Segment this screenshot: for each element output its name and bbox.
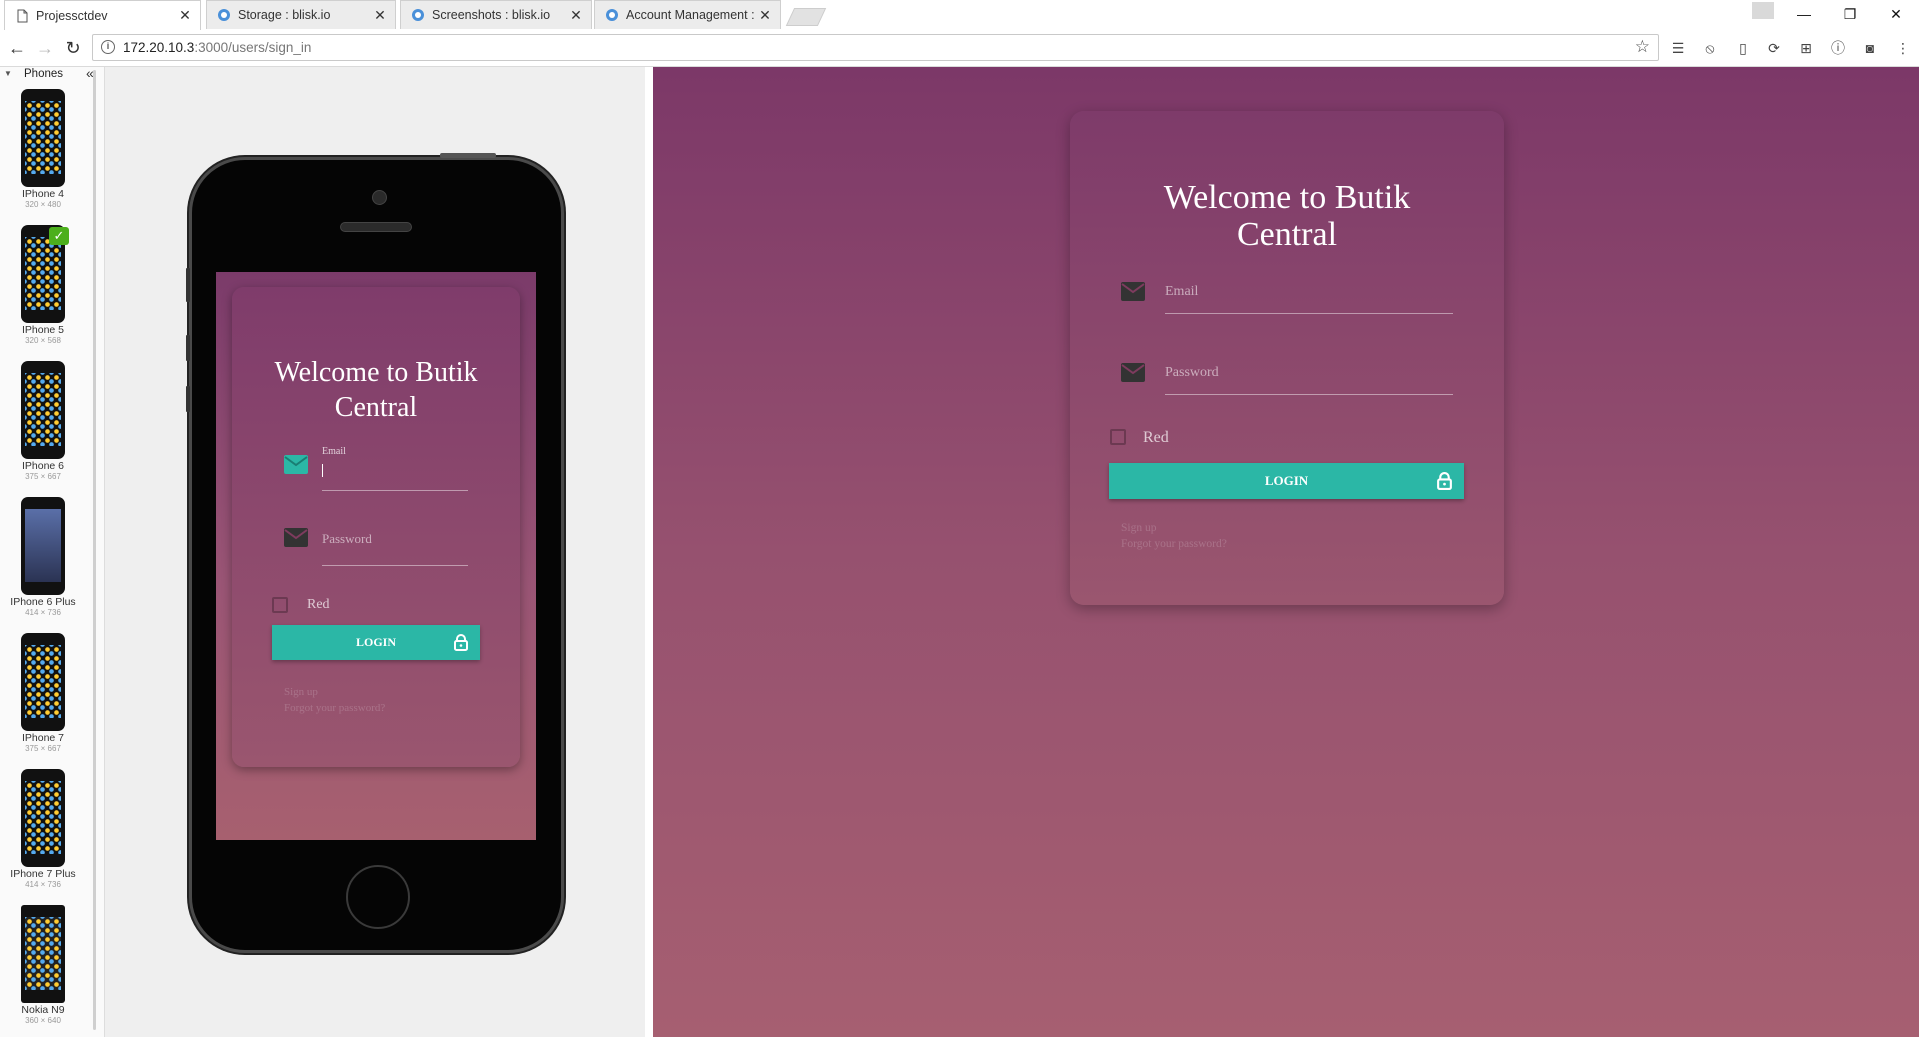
remember-checkbox-desktop[interactable]	[1110, 429, 1126, 445]
device-thumbnail	[21, 769, 65, 867]
url-text: 172.20.10.3:3000/users/sign_in	[123, 40, 312, 55]
browser-toolbar: ← → ↻ i 172.20.10.3:3000/users/sign_in ☆…	[0, 30, 1919, 67]
tab-storage[interactable]: Storage : blisk.io ✕	[206, 0, 396, 29]
login-card-desktop: Welcome to Butik Central Email Password …	[1070, 111, 1504, 605]
tab-strip: Projessctdev ✕ Storage : blisk.io ✕ Scre…	[0, 0, 1919, 31]
password-mail-icon	[284, 528, 308, 547]
password-mail-icon	[1121, 363, 1145, 382]
lock-icon	[1437, 472, 1452, 490]
minimize-button[interactable]: —	[1781, 0, 1827, 28]
close-window-button[interactable]: ✕	[1873, 0, 1919, 28]
forgot-password-link[interactable]: Forgot your password?	[1121, 536, 1227, 552]
rotate-device-icon[interactable]: ⦸	[1700, 38, 1720, 58]
lock-icon	[454, 634, 468, 651]
device-thumbnail	[21, 497, 65, 595]
auth-links-desktop: Sign up Forgot your password?	[1121, 520, 1227, 552]
device-thumbnail	[21, 89, 65, 187]
close-tab-icon[interactable]: ✕	[567, 7, 585, 24]
remember-label: Red	[307, 597, 330, 612]
forward-icon[interactable]: →	[34, 37, 56, 59]
login-title: Welcome to Butik Central	[274, 357, 478, 423]
login-button[interactable]: LOGIN	[272, 625, 480, 660]
alert-icon[interactable]: ⓘ	[1828, 38, 1848, 58]
bookmark-star-icon[interactable]: ☆	[1635, 37, 1650, 57]
signup-link[interactable]: Sign up	[1121, 520, 1227, 536]
login-title-desktop: Welcome to Butik Central	[1163, 179, 1411, 253]
tab-title: Storage : blisk.io	[238, 8, 331, 22]
phone-icon[interactable]: ▯	[1733, 38, 1753, 58]
email-icon	[1121, 282, 1145, 301]
desktop-preview-pane: Welcome to Butik Central Email Password …	[653, 67, 1919, 1037]
email-floating-label: Email	[322, 446, 346, 457]
reload-icon[interactable]: ↻	[62, 37, 84, 59]
mobile-preview-pane: Welcome to Butik Central Email Password	[105, 67, 645, 1037]
site-info-icon[interactable]: i	[101, 40, 115, 54]
blisk-icon	[412, 9, 424, 21]
restore-button[interactable]: ❐	[1827, 0, 1873, 28]
remember-checkbox[interactable]	[272, 597, 288, 613]
login-button-desktop[interactable]: LOGIN	[1109, 463, 1464, 499]
tab-screenshots[interactable]: Screenshots : blisk.io ✕	[400, 0, 592, 29]
grid-icon[interactable]: ⊞	[1796, 38, 1816, 58]
email-field[interactable]: Email	[322, 446, 468, 491]
iphone-frame: Welcome to Butik Central Email Password	[186, 153, 564, 953]
device-iphone-6[interactable]: IPhone 6 375 × 667	[4, 361, 82, 481]
new-tab-button[interactable]	[785, 8, 827, 26]
speaker	[340, 222, 412, 232]
close-tab-icon[interactable]: ✕	[176, 7, 194, 24]
collapse-triangle-icon: ▼	[4, 69, 12, 78]
email-field-desktop[interactable]: Email	[1165, 273, 1453, 314]
password-field[interactable]: Password	[322, 531, 468, 566]
user-icon[interactable]	[1752, 2, 1774, 19]
address-bar[interactable]: i 172.20.10.3:3000/users/sign_in ☆	[92, 34, 1659, 61]
device-group-header[interactable]: ▼ Phones «	[0, 65, 104, 83]
device-iphone-6-plus[interactable]: IPhone 6 Plus 414 × 736	[4, 497, 82, 617]
sync-icon[interactable]: ⟳	[1764, 38, 1784, 58]
device-thumbnail	[21, 633, 65, 731]
sidebar-scrollbar[interactable]	[93, 70, 96, 1030]
device-nokia-n9[interactable]: Nokia N9 360 × 640	[4, 905, 82, 1025]
device-iphone-5[interactable]: ✓ IPhone 5 320 × 568	[4, 225, 82, 345]
device-thumbnail	[21, 361, 65, 459]
device-iphone-7-plus[interactable]: IPhone 7 Plus 414 × 736	[4, 769, 82, 889]
home-button[interactable]	[346, 865, 410, 929]
device-thumbnail	[21, 905, 65, 1003]
blisk-icon	[218, 9, 230, 21]
email-icon	[284, 455, 308, 474]
camera-icon[interactable]: ◙	[1860, 38, 1880, 58]
tab-title: Projessctdev	[36, 8, 108, 23]
device-iphone-7[interactable]: IPhone 7 375 × 667	[4, 633, 82, 753]
pane-divider[interactable]	[645, 67, 653, 1037]
tab-title: Account Management : b	[626, 8, 756, 22]
signup-link[interactable]: Sign up	[284, 684, 385, 700]
page-icon	[17, 9, 28, 22]
list-icon[interactable]: ☰	[1668, 38, 1688, 58]
device-iphone-4[interactable]: IPhone 4 320 × 480	[4, 89, 82, 209]
blisk-icon	[606, 9, 618, 21]
auth-links: Sign up Forgot your password?	[284, 684, 385, 716]
selected-check-icon: ✓	[49, 227, 69, 245]
back-icon[interactable]: ←	[6, 37, 28, 59]
close-tab-icon[interactable]: ✕	[756, 7, 774, 24]
camera	[372, 190, 387, 205]
device-sidebar: ▼ Phones « IPhone 4 320 × 480 ✓ IPhone 5…	[0, 65, 105, 1037]
tab-account-management[interactable]: Account Management : b ✕	[594, 0, 781, 29]
remember-label-desktop: Red	[1143, 429, 1169, 446]
tab-projessctdev[interactable]: Projessctdev ✕	[4, 0, 201, 30]
forgot-password-link[interactable]: Forgot your password?	[284, 700, 385, 716]
text-cursor	[322, 464, 323, 477]
mobile-screen: Welcome to Butik Central Email Password	[216, 272, 536, 840]
tab-title: Screenshots : blisk.io	[432, 8, 551, 22]
menu-icon[interactable]: ⋮	[1893, 38, 1913, 58]
close-tab-icon[interactable]: ✕	[371, 7, 389, 24]
password-field-desktop[interactable]: Password	[1165, 354, 1453, 395]
login-card: Welcome to Butik Central Email Password	[232, 287, 520, 767]
